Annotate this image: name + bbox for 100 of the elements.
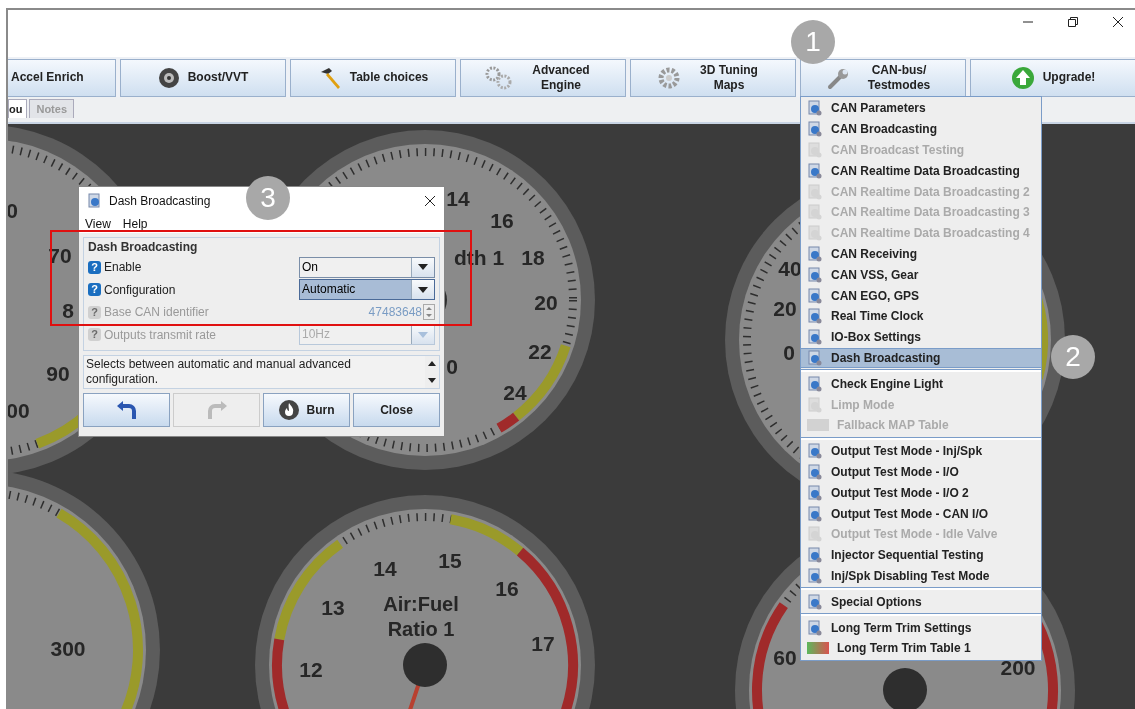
gauge-scale-number: 24 — [503, 380, 527, 404]
help-text: Selects between automatic and manual advanced configuration. — [85, 356, 352, 388]
gauge-title: Air:Fuel Ratio 1 — [383, 593, 459, 640]
gauge-scale-number: 00 — [8, 398, 30, 422]
gauge-scale-number: 300 — [50, 636, 86, 660]
close-button[interactable]: Close — [353, 393, 440, 427]
settings-window-icon — [807, 443, 823, 460]
gauge-scale-number: 90 — [46, 361, 70, 385]
settings-window-icon — [807, 225, 823, 242]
gauge-scale-number: 20 — [773, 296, 797, 320]
dialog-title: Dash Broadcasting — [109, 194, 211, 208]
close-icon[interactable] — [424, 195, 436, 207]
tab[interactable]: ou — [8, 99, 28, 118]
close-icon[interactable] — [1112, 16, 1124, 28]
settings-window-icon — [807, 142, 823, 158]
settings-window-icon — [807, 162, 823, 179]
group-title: Dash Broadcasting — [88, 240, 199, 254]
settings-window-icon — [807, 183, 823, 200]
menu-item[interactable]: View — [85, 217, 111, 231]
settings-window-icon — [807, 396, 823, 413]
toolbar-button[interactable]: Boost/VVT — [120, 58, 286, 97]
settings-window-icon — [807, 567, 823, 584]
settings-window-icon — [807, 349, 823, 366]
menu-item[interactable]: CAN Receiving — [801, 243, 1041, 265]
field-label: Outputs transmit rate — [104, 327, 218, 342]
toolbar-button[interactable]: 3D Tuning Maps — [630, 58, 796, 97]
gauge-scale-number: 13 — [321, 595, 345, 619]
menu-item[interactable]: Special Options — [801, 591, 1041, 613]
table-icon — [807, 419, 829, 432]
settings-window-icon — [807, 463, 823, 480]
gauge-scale-number: 17 — [531, 631, 555, 655]
gauge-scale-number: 18 — [521, 245, 545, 269]
settings-window-icon — [807, 308, 823, 325]
menu-item[interactable]: CAN Parameters — [801, 98, 1041, 119]
settings-window-icon — [807, 245, 823, 262]
help-icon[interactable]: ? — [88, 283, 101, 297]
menu-item[interactable]: Injector Sequential Testing — [801, 544, 1041, 566]
toolbar-button[interactable]: CAN-bus/ Testmodes — [800, 58, 966, 97]
settings-window-icon — [807, 484, 823, 501]
menu-item[interactable]: Dash Broadcasting — [801, 347, 1041, 369]
settings-window-icon — [807, 547, 823, 564]
menu-item[interactable]: Real Time Clock — [801, 305, 1041, 327]
field-label: Enable — [104, 260, 143, 275]
toolbar-button[interactable]: Upgrade! — [970, 58, 1135, 97]
settings-window-icon — [807, 287, 823, 304]
settings-window-icon — [807, 329, 823, 346]
settings-window-icon — [807, 505, 823, 522]
undo-button[interactable] — [83, 393, 170, 427]
toolbar-button[interactable]: Advanced Engine — [460, 58, 626, 97]
gauge-scale-number: 8 — [62, 298, 74, 322]
undo-arrow-icon — [115, 400, 138, 420]
menu-item[interactable]: Inj/Spk Disabling Test Mode — [801, 565, 1041, 587]
settings-window-icon — [807, 100, 823, 117]
turbo-icon — [157, 66, 180, 89]
gauge-scale-number: 40 — [778, 256, 802, 280]
redo-arrow-icon — [205, 400, 228, 420]
toolbar-button[interactable]: Accel Enrich — [8, 58, 116, 97]
menu-item[interactable]: CAN Broadcasting — [801, 118, 1041, 140]
settings-window-icon — [807, 526, 823, 543]
settings-window-icon — [807, 593, 823, 610]
settings-window-icon — [807, 266, 823, 283]
burn-button[interactable]: Burn — [263, 393, 350, 427]
settings-window-icon — [807, 375, 823, 392]
gauge-scale-number: 14 — [446, 186, 470, 210]
settings-window-icon — [807, 619, 823, 636]
gauge-scale-number: 14 — [373, 556, 397, 580]
menu-item[interactable]: Output Test Mode - I/O — [801, 461, 1041, 483]
gauge-scale-number: 22 — [528, 339, 552, 363]
gauge-scale-number: 0 — [783, 340, 795, 364]
menu-item[interactable]: Help — [122, 217, 148, 231]
menu-item[interactable]: CAN Realtime Data Broadcasting — [801, 160, 1041, 182]
spinner-arrows-icon — [423, 304, 435, 321]
gear-icon — [657, 65, 681, 90]
menu-item[interactable]: CAN EGO, GPS — [801, 285, 1041, 306]
field-label: Configuration — [104, 282, 177, 297]
gauge-scale-number: 16 — [490, 208, 514, 232]
caret-icon — [418, 264, 428, 271]
maximize-icon[interactable] — [1067, 16, 1079, 28]
help-icon[interactable]: ? — [88, 260, 101, 274]
flame-icon — [278, 400, 299, 420]
gauge-scale-number: 15 — [438, 548, 462, 572]
dropdown[interactable]: On — [299, 256, 435, 278]
menu-item[interactable]: Output Test Mode - CAN I/O — [801, 503, 1041, 524]
menu-item[interactable]: IO-Box Settings — [801, 326, 1041, 348]
menu-item[interactable]: Check Engine Light — [801, 373, 1041, 395]
gauge-scale-number: 60 — [773, 645, 797, 669]
table-icon — [807, 642, 829, 655]
settings-window-icon — [807, 204, 823, 221]
menu-item[interactable]: Output Test Mode - Inj/Spk — [801, 440, 1041, 462]
menu-item[interactable]: Long Term Trim Settings — [801, 617, 1041, 638]
menu-item[interactable]: Output Test Mode - I/O 2 — [801, 482, 1041, 504]
settings-window-icon — [807, 121, 823, 138]
gauge-scale-number: 12 — [299, 657, 323, 681]
gauge-scale-number: 20 — [534, 290, 558, 314]
toolbar-button[interactable]: Table choices — [290, 58, 456, 97]
dropdown[interactable]: Automatic — [299, 279, 435, 301]
gauge-scale-number: 16 — [495, 576, 519, 600]
menu-item[interactable]: CAN VSS, Gear — [801, 264, 1041, 286]
caret-icon — [418, 286, 428, 293]
gauge-scale-number: 0 — [446, 354, 458, 378]
